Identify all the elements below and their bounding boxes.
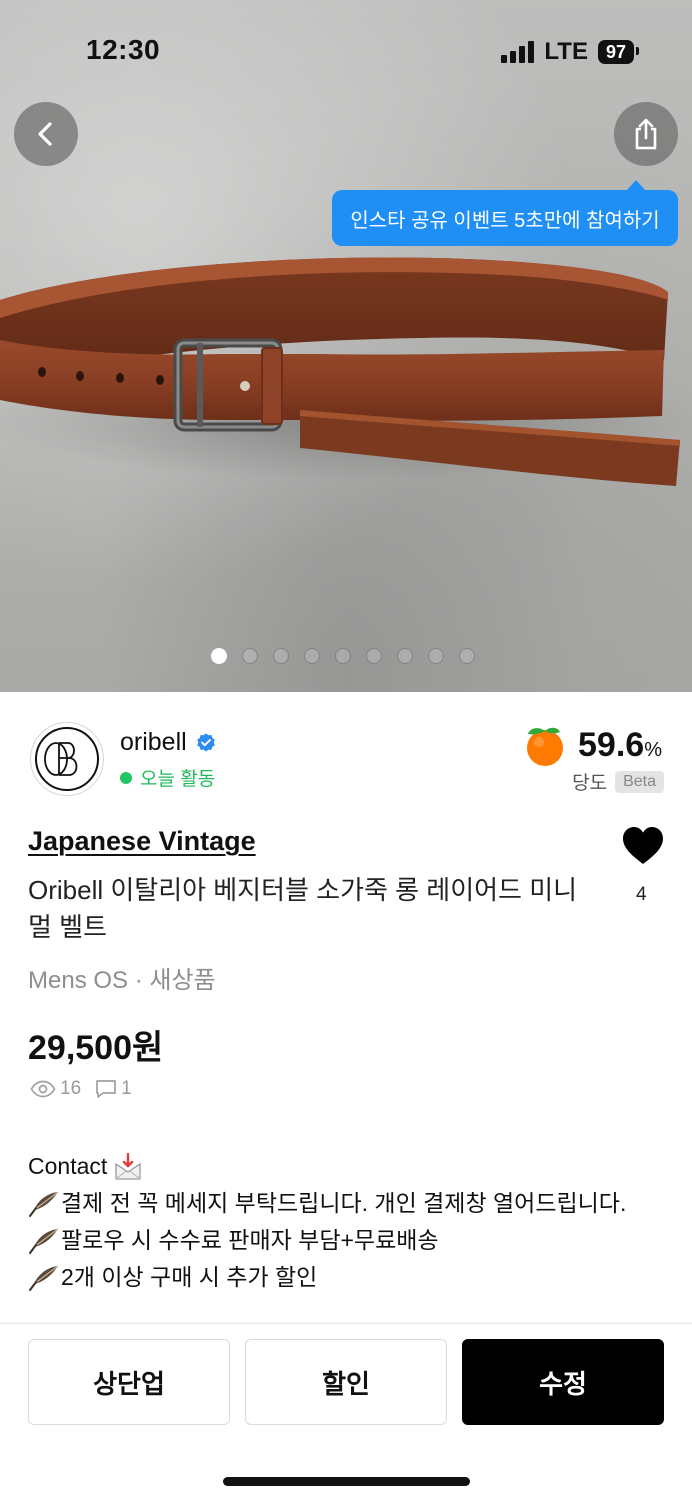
sweetness-score[interactable]: 59.6%: [522, 722, 662, 768]
edit-button[interactable]: 수정: [462, 1339, 664, 1425]
persimmon-icon: [527, 727, 564, 766]
chat-stat: 1: [95, 1078, 132, 1100]
seller-activity: 오늘 활동: [120, 764, 215, 791]
product-meta: Mens OS · 새상품: [28, 967, 216, 994]
product-price: 29,500원: [28, 1029, 164, 1067]
description-text: 2개 이상 구매 시 추가 할인: [61, 1264, 318, 1290]
belt-photo: [0, 257, 692, 486]
view-stat: 16: [30, 1078, 81, 1100]
product-description: Contact 결제 전 꼭 메세지 부탁드립니다. 개인 결제창 열어드립니다…: [28, 1148, 668, 1296]
battery-icon: 97: [597, 40, 640, 64]
description-line: Contact: [28, 1148, 668, 1185]
network-type: LTE: [544, 38, 588, 65]
status-indicators: LTE 97: [501, 38, 640, 66]
product-stats: 16 1: [30, 1078, 132, 1100]
description-line: 2개 이상 구매 시 추가 할인: [28, 1259, 668, 1296]
like-count: 4: [636, 884, 647, 905]
bump-button[interactable]: 상단업: [28, 1339, 230, 1425]
instagram-share-event-tooltip[interactable]: 인스타 공유 이벤트 5초만에 참여하기: [332, 180, 678, 246]
home-indicator[interactable]: [223, 1477, 470, 1486]
pagination-dot[interactable]: [428, 648, 444, 664]
description-line: 결제 전 꼭 메세지 부탁드립니다. 개인 결제창 열어드립니다.: [28, 1185, 668, 1222]
sweetness-label-row: 당도 Beta: [572, 768, 664, 795]
pagination-dot[interactable]: [397, 648, 413, 664]
view-count: 16: [60, 1078, 82, 1099]
feather-icon: [29, 1191, 59, 1217]
product-image-gallery[interactable]: 12:30 LTE 97 인스타 공유 이벤트 5초만에 참여하기: [0, 0, 692, 692]
seller-name: oribell: [120, 728, 187, 756]
share-icon: [635, 118, 657, 150]
like-heart-icon[interactable]: [622, 826, 664, 866]
brand-link[interactable]: Japanese Vintage: [28, 826, 256, 857]
pagination-dot[interactable]: [304, 648, 320, 664]
feather-icon: [29, 1265, 59, 1291]
pagination-dot[interactable]: [366, 648, 382, 664]
description-line: 팔로우 시 수수료 판매자 부담+무료배송: [28, 1222, 668, 1259]
product-title: Oribell 이탈리아 베지터블 소가죽 롱 레이어드 미니멀 벨트: [28, 875, 578, 942]
pagination-dot[interactable]: [242, 648, 258, 664]
back-button[interactable]: [14, 102, 78, 166]
ob-logo-icon: [44, 742, 78, 776]
chevron-left-icon: [38, 122, 52, 146]
incoming-envelope-icon: [115, 1152, 141, 1180]
seller-avatar[interactable]: [30, 722, 104, 796]
chat-count: 1: [121, 1078, 132, 1099]
pagination-dot[interactable]: [459, 648, 475, 664]
status-time: 12:30: [86, 34, 161, 65]
feather-icon: [29, 1228, 59, 1254]
sweetness-number: 59.6: [578, 725, 645, 764]
sweetness-value: 59.6%: [578, 726, 662, 765]
discount-button[interactable]: 할인: [245, 1339, 447, 1425]
sweetness-label: 당도: [572, 773, 608, 794]
chat-icon: [96, 1080, 116, 1098]
verified-badge-icon: [196, 732, 215, 752]
gallery-pagination: [211, 648, 475, 664]
pagination-dot[interactable]: [211, 648, 227, 664]
activity-label: 오늘 활동: [140, 769, 216, 790]
bottom-bar-divider: [0, 1323, 692, 1324]
signal-icon: [501, 41, 535, 63]
seller-name-row[interactable]: oribell: [120, 728, 217, 757]
description-contact: Contact: [28, 1153, 108, 1179]
online-status-dot: [120, 771, 132, 784]
sweetness-unit: %: [644, 738, 662, 761]
beta-badge: Beta: [615, 770, 664, 793]
description-text: 결제 전 꼭 메세지 부탁드립니다. 개인 결제창 열어드립니다.: [61, 1190, 627, 1216]
pagination-dot[interactable]: [335, 648, 351, 664]
avatar-monogram: [35, 727, 99, 791]
share-button[interactable]: [614, 102, 678, 166]
eye-icon: [30, 1080, 56, 1098]
description-text: 팔로우 시 수수료 판매자 부담+무료배송: [61, 1227, 439, 1253]
pagination-dot[interactable]: [273, 648, 289, 664]
